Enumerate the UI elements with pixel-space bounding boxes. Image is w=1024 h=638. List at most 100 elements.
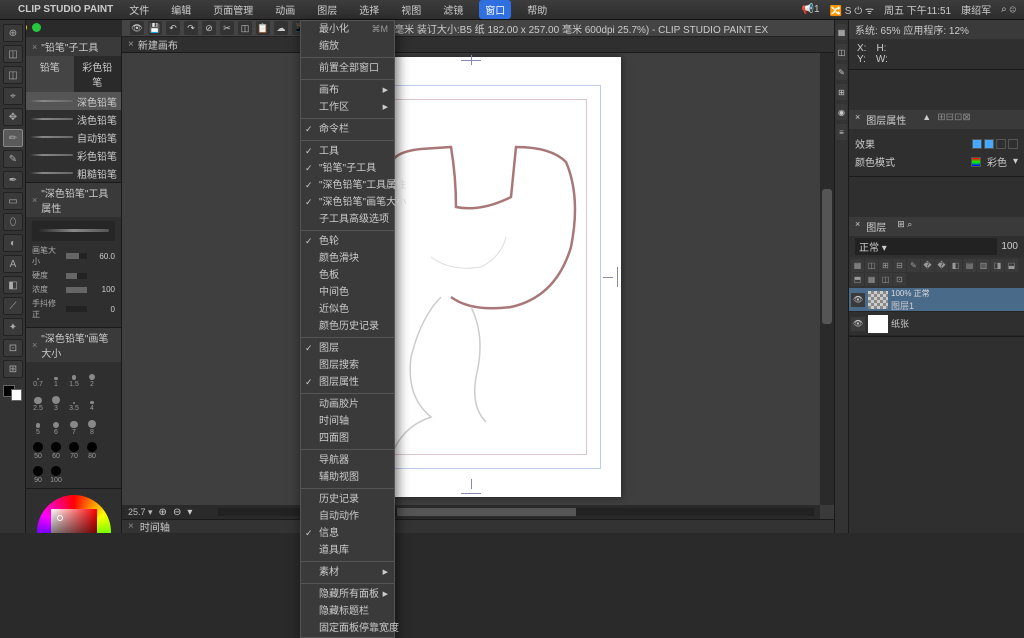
menu-layer[interactable]: 图层 — [311, 0, 343, 19]
menu-item[interactable]: 素材 — [301, 564, 394, 581]
menu-item[interactable]: 时间轴 — [301, 413, 394, 430]
menu-help[interactable]: 帮助 — [521, 0, 553, 19]
menu-item[interactable]: 中间色 — [301, 284, 394, 301]
cut-icon[interactable]: ✂ — [220, 21, 234, 35]
eff-border-icon[interactable] — [972, 139, 982, 149]
color-wheel[interactable] — [26, 489, 121, 533]
menu-item[interactable]: "深色铅笔"工具属性 — [301, 177, 394, 194]
menu-item[interactable]: 工具 — [301, 143, 394, 160]
layer-row[interactable]: 👁纸张 — [849, 312, 1024, 336]
clear-icon[interactable]: ⊘ — [202, 21, 216, 35]
timeline-strip[interactable]: × 时间轴 — [122, 519, 834, 533]
size-cell[interactable]: 3.5 — [66, 390, 82, 412]
layer-tool-button[interactable]: ▤ — [963, 259, 976, 272]
layer-tool-button[interactable]: ⊟ — [893, 259, 906, 272]
dropdown-icon[interactable]: ▾ — [1013, 156, 1018, 167]
menu-item[interactable]: 色轮 — [301, 233, 394, 250]
menu-item[interactable]: 画布 — [301, 82, 394, 99]
menu-window[interactable]: 窗口 — [479, 0, 511, 19]
menu-item[interactable]: 前置全部窗口 — [301, 60, 394, 77]
tab-pencil[interactable]: 铅笔 — [26, 56, 74, 92]
eff-tone-icon[interactable] — [984, 139, 994, 149]
menu-filter[interactable]: 滤镜 — [437, 0, 469, 19]
size-cell[interactable]: 2.5 — [30, 390, 46, 412]
tool-button[interactable]: ✒ — [3, 171, 23, 189]
copy-icon[interactable]: ◫ — [238, 21, 252, 35]
menu-item[interactable]: 动画胶片 — [301, 396, 394, 413]
tool-button[interactable]: A — [3, 255, 23, 273]
rt-4[interactable]: ⊞ — [836, 84, 847, 100]
layer-tool-button[interactable]: ⬓ — [1005, 259, 1018, 272]
menu-item[interactable]: 色板 — [301, 267, 394, 284]
close-tab-icon[interactable]: × — [128, 39, 134, 50]
eff-3-icon[interactable] — [996, 139, 1006, 149]
layer-tool-button[interactable]: ⬒ — [851, 273, 864, 286]
size-cell[interactable]: 0.7 — [30, 366, 46, 388]
prop-row[interactable]: 浓度100 — [32, 284, 115, 295]
menu-pagemgmt[interactable]: 页面管理 — [207, 0, 259, 19]
size-cell[interactable]: 6 — [48, 414, 64, 436]
tool-button[interactable]: ◫ — [3, 66, 23, 84]
size-cell[interactable]: 1 — [48, 366, 64, 388]
menu-item[interactable]: 信息 — [301, 525, 394, 542]
rt-1[interactable]: ▦ — [836, 24, 847, 40]
layerprops-tab[interactable]: × 图层属性 ▲ ⊞⊟⊡⊠ — [849, 110, 1024, 129]
layer-tool-button[interactable]: ⊡ — [893, 273, 906, 286]
size-cell[interactable]: 5 — [30, 414, 46, 436]
zoom-in-icon[interactable]: ⊕ — [159, 507, 167, 518]
clock[interactable]: 周五 下午11:51 — [884, 2, 951, 17]
brush-item[interactable]: 彩色铅笔 — [26, 146, 121, 164]
menu-file[interactable]: 文件 — [123, 0, 155, 19]
layer-tool-button[interactable]: ▦ — [851, 259, 864, 272]
prop-row[interactable]: 画笔大小60.0 — [32, 245, 115, 267]
tool-button[interactable]: ⊞ — [3, 360, 23, 378]
layer-tool-button[interactable]: ◫ — [879, 273, 892, 286]
size-cell[interactable]: 3 — [48, 390, 64, 412]
undo-icon[interactable]: ↶ — [166, 21, 180, 35]
menu-item[interactable]: 隐藏所有面板 — [301, 586, 394, 603]
tool-button[interactable]: ⌖ — [3, 87, 23, 105]
size-cell[interactable]: 70 — [66, 438, 82, 460]
layer-tool-button[interactable]: ✎ — [907, 259, 920, 272]
tool-button[interactable]: ◧ — [3, 276, 23, 294]
fg-bg-swatch[interactable] — [3, 385, 22, 401]
menu-item[interactable]: 图层属性 — [301, 374, 394, 391]
menu-item[interactable]: 命令栏 — [301, 121, 394, 138]
layer-tool-button[interactable]: ◨ — [991, 259, 1004, 272]
size-cell[interactable]: 90 — [30, 462, 46, 484]
menu-edit[interactable]: 编辑 — [165, 0, 197, 19]
redo-icon[interactable]: ↷ — [184, 21, 198, 35]
menu-item[interactable]: 近似色 — [301, 301, 394, 318]
brush-item[interactable]: 深色铅笔 — [26, 92, 121, 110]
tool-button[interactable]: ▭ — [3, 192, 23, 210]
brush-item[interactable]: 粗糙铅笔 — [26, 164, 121, 182]
menu-item[interactable]: 图层搜索 — [301, 357, 394, 374]
layer-tool-button[interactable]: ◧ — [949, 259, 962, 272]
menu-select[interactable]: 选择 — [353, 0, 385, 19]
status-icons[interactable]: 🔀 S ⏻ ᯤ — [830, 3, 875, 17]
max-dot[interactable] — [32, 23, 41, 32]
layer-row[interactable]: 👁100% 正常图层1 — [849, 288, 1024, 312]
menu-view[interactable]: 视图 — [395, 0, 427, 19]
menu-item[interactable]: "深色铅笔"画笔大小 — [301, 194, 394, 211]
tool-button[interactable]: ⊕ — [3, 24, 23, 42]
menu-item[interactable]: 最小化⌘M — [301, 21, 394, 38]
blend-mode-select[interactable]: 正常 ▾ — [855, 238, 997, 255]
menu-item[interactable]: 历史记录 — [301, 491, 394, 508]
size-cell[interactable]: 80 — [84, 438, 100, 460]
menu-item[interactable]: 工作区 — [301, 99, 394, 116]
menu-anim[interactable]: 动画 — [269, 0, 301, 19]
save-icon[interactable]: 💾 — [148, 21, 162, 35]
size-cell[interactable]: 100 — [48, 462, 64, 484]
size-cell[interactable]: 2 — [84, 366, 100, 388]
menu-item[interactable]: 颜色历史记录 — [301, 318, 394, 335]
size-cell[interactable]: 7 — [66, 414, 82, 436]
visibility-icon[interactable]: 👁 — [851, 317, 865, 331]
tool-button[interactable]: ✦ — [3, 318, 23, 336]
rt-2[interactable]: ◫ — [836, 44, 847, 60]
menu-item[interactable]: 颜色滑块 — [301, 250, 394, 267]
menu-item[interactable]: 缩放 — [301, 38, 394, 55]
tab-colorpencil[interactable]: 彩色铅笔 — [74, 56, 122, 92]
tool-button[interactable]: ◫ — [3, 45, 23, 63]
zoom-value[interactable]: 25.7 ▾ — [128, 507, 153, 518]
